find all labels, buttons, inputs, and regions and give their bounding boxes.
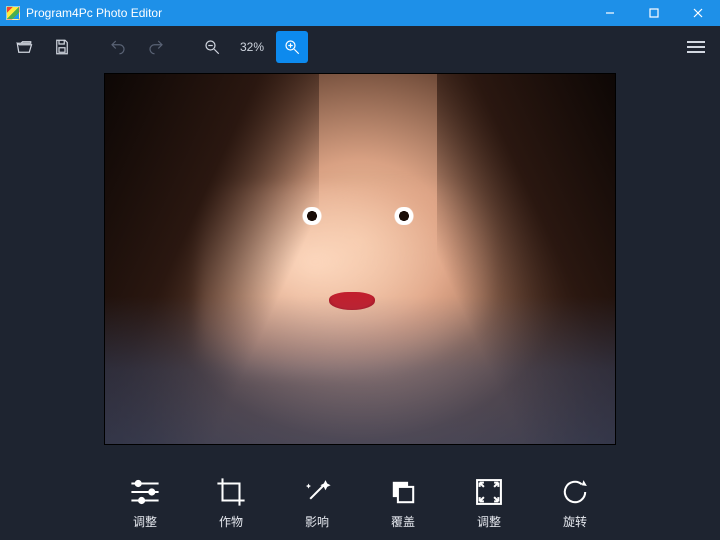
crop-label: 作物 — [219, 513, 243, 530]
redo-button[interactable] — [140, 31, 172, 63]
minimize-button[interactable] — [588, 0, 632, 26]
bottom-toolbar: 调整 作物 影响 覆盖 调整 旋转 — [0, 464, 720, 540]
toolbar: 32% — [0, 26, 720, 68]
overlay-label: 覆盖 — [391, 513, 415, 530]
adjust-label: 调整 — [133, 513, 157, 530]
crop-tool[interactable]: 作物 — [214, 475, 248, 530]
app-title: Program4Pc Photo Editor — [26, 6, 162, 20]
resize-tool[interactable]: 调整 — [472, 475, 506, 530]
crop-icon — [214, 475, 248, 509]
canvas-area — [0, 68, 720, 464]
undo-button[interactable] — [102, 31, 134, 63]
maximize-button[interactable] — [632, 0, 676, 26]
open-button[interactable] — [8, 31, 40, 63]
rotate-icon — [558, 475, 592, 509]
zoom-in-button[interactable] — [276, 31, 308, 63]
effects-label: 影响 — [305, 513, 329, 530]
layers-icon — [386, 475, 420, 509]
sliders-icon — [128, 475, 162, 509]
adjust-tool[interactable]: 调整 — [128, 475, 162, 530]
rotate-tool[interactable]: 旋转 — [558, 475, 592, 530]
wand-icon — [300, 475, 334, 509]
app-logo-icon — [6, 6, 20, 20]
zoom-level: 32% — [240, 40, 264, 54]
hamburger-icon — [687, 41, 705, 53]
resize-label: 调整 — [477, 513, 501, 530]
photo-canvas[interactable] — [105, 74, 615, 444]
close-button[interactable] — [676, 0, 720, 26]
overlay-tool[interactable]: 覆盖 — [386, 475, 420, 530]
save-button[interactable] — [46, 31, 78, 63]
rotate-label: 旋转 — [563, 513, 587, 530]
titlebar: Program4Pc Photo Editor — [0, 0, 720, 26]
expand-icon — [472, 475, 506, 509]
zoom-out-button[interactable] — [196, 31, 228, 63]
menu-button[interactable] — [680, 31, 712, 63]
effects-tool[interactable]: 影响 — [300, 475, 334, 530]
